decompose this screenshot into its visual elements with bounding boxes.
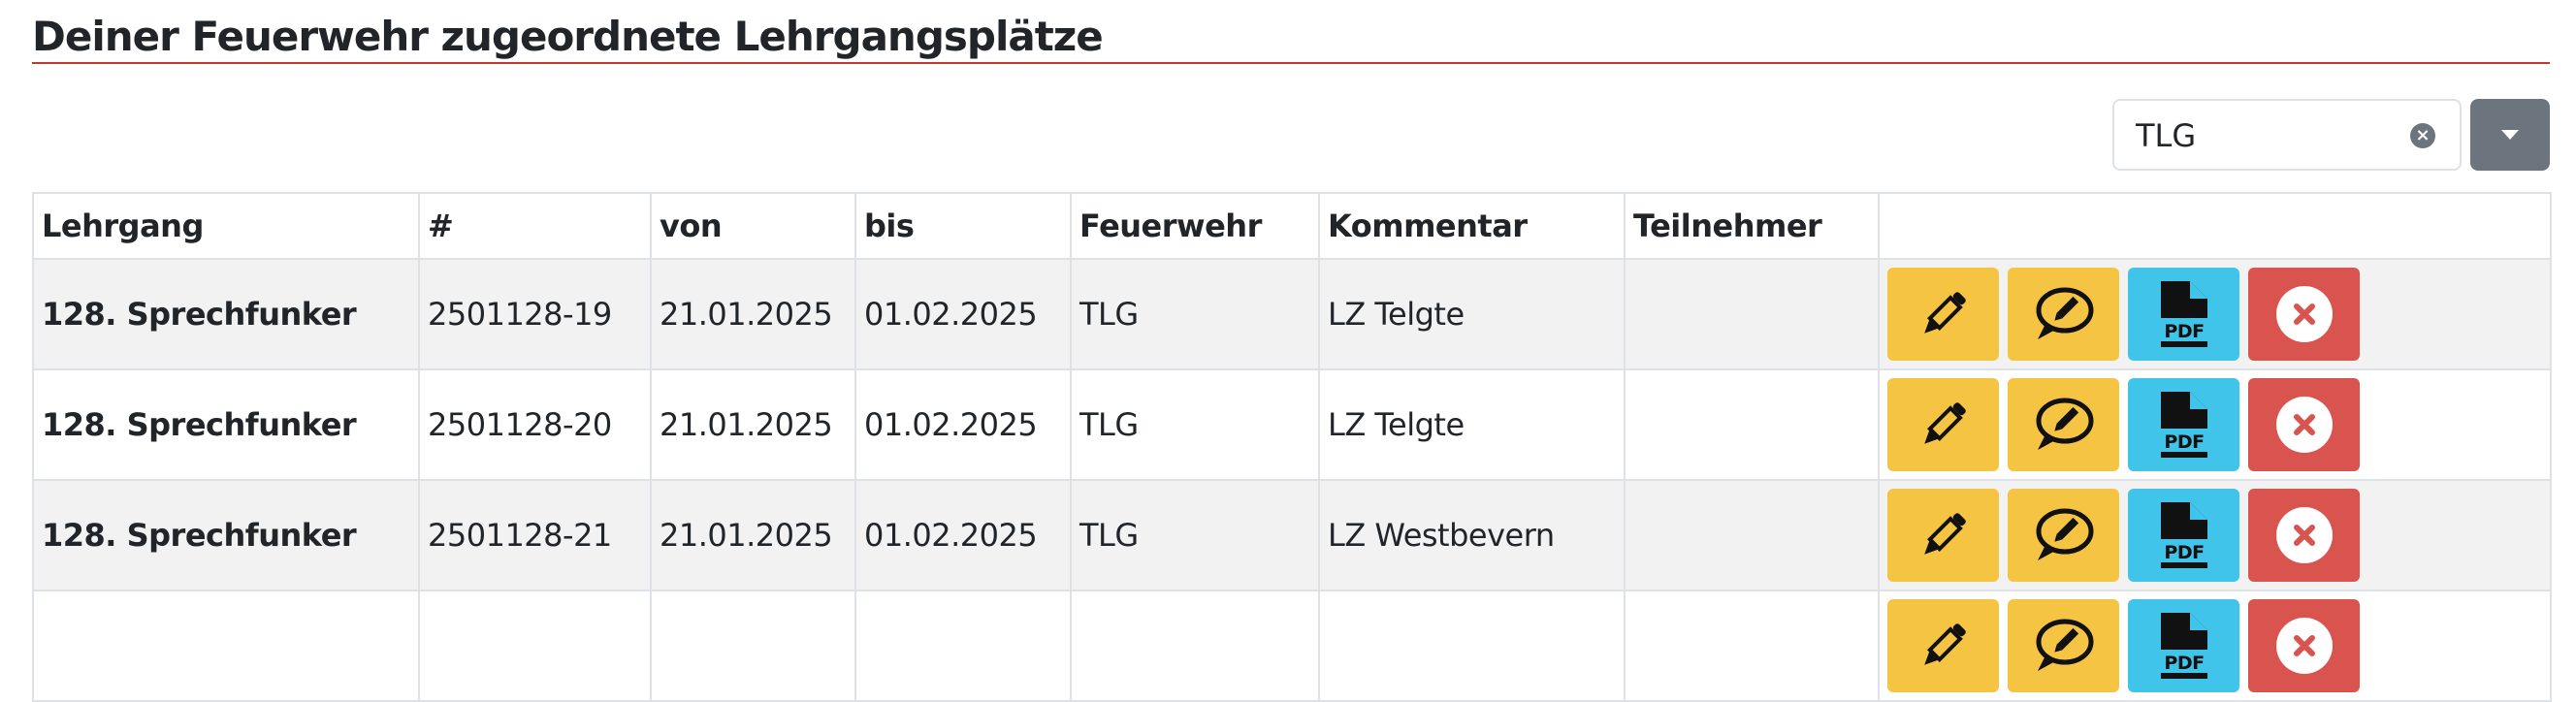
cell-teilnehmer [1624, 590, 1880, 702]
delete-button[interactable] [2248, 268, 2360, 361]
comment-button[interactable] [2008, 599, 2119, 692]
table-row[interactable]: 128. Sprechfunker 2501128-21 21.01.2025 01.… [32, 479, 2552, 591]
svg-text:PDF: PDF [2164, 431, 2204, 453]
cell-feuerwehr: TLG [1070, 479, 1320, 591]
cell-actions: PDF [1878, 479, 2552, 591]
column-header-bis[interactable]: bis [854, 192, 1072, 260]
cell-number: 2501128-19 [418, 258, 652, 370]
pdf-button[interactable]: PDF [2128, 599, 2239, 692]
delete-button[interactable] [2248, 489, 2360, 582]
filter-input[interactable] [2134, 101, 2390, 171]
column-header-lehrgang[interactable]: Lehrgang [32, 192, 420, 260]
cell-actions: PDF [1878, 258, 2552, 370]
page-title: Deiner Feuerwehr zugeordnete Lehrgangspl… [32, 12, 2550, 64]
cell-von: 21.01.2025 [650, 368, 856, 481]
table-row[interactable]: 128. Sprechfunker 2501128-20 21.01.2025 01.… [32, 368, 2552, 481]
cell-number: 2501128-21 [418, 479, 652, 591]
column-header-kommentar[interactable]: Kommentar [1318, 192, 1626, 260]
filter-dropdown-button[interactable] [2470, 99, 2550, 171]
cell-lehrgang [32, 590, 420, 702]
cell-teilnehmer [1624, 368, 1880, 481]
svg-text:PDF: PDF [2164, 542, 2204, 563]
cell-von: 21.01.2025 [650, 479, 856, 591]
cell-lehrgang: 128. Sprechfunker [32, 479, 420, 591]
cell-feuerwehr: TLG [1070, 368, 1320, 481]
cell-von [650, 590, 856, 702]
caret-down-icon [2501, 130, 2519, 140]
edit-button[interactable] [1887, 489, 1999, 582]
column-header-von[interactable]: von [650, 192, 856, 260]
cell-bis: 01.02.2025 [854, 258, 1072, 370]
cell-von: 21.01.2025 [650, 258, 856, 370]
cell-actions: PDF [1878, 590, 2552, 702]
cell-number [418, 590, 652, 702]
table-row[interactable]: 128. Sprechfunker 2501128-19 21.01.2025 01.… [32, 258, 2552, 370]
column-header-feuerwehr[interactable]: Feuerwehr [1070, 192, 1320, 260]
cell-kommentar: LZ Telgte [1318, 258, 1626, 370]
table-header-row: Lehrgang # von bis Feuerwehr Kommentar T… [32, 192, 2552, 260]
edit-button[interactable] [1887, 378, 1999, 471]
column-header-teilnehmer[interactable]: Teilnehmer [1624, 192, 1880, 260]
cell-feuerwehr [1070, 590, 1320, 702]
edit-button[interactable] [1887, 599, 1999, 692]
pdf-button[interactable]: PDF [2128, 378, 2239, 471]
page: Deiner Feuerwehr zugeordnete Lehrgangspl… [32, 0, 2552, 702]
cell-lehrgang: 128. Sprechfunker [32, 368, 420, 481]
cell-lehrgang: 128. Sprechfunker [32, 258, 420, 370]
cell-bis [854, 590, 1072, 702]
delete-button[interactable] [2248, 599, 2360, 692]
cell-feuerwehr: TLG [1070, 258, 1320, 370]
edit-button[interactable] [1887, 268, 1999, 361]
pdf-button[interactable]: PDF [2128, 489, 2239, 582]
comment-button[interactable] [2008, 489, 2119, 582]
svg-text:PDF: PDF [2164, 321, 2204, 342]
cell-kommentar [1318, 590, 1626, 702]
course-table: Lehrgang # von bis Feuerwehr Kommentar T… [32, 192, 2552, 702]
pdf-button[interactable]: PDF [2128, 268, 2239, 361]
comment-button[interactable] [2008, 378, 2119, 471]
comment-button[interactable] [2008, 268, 2119, 361]
table-row[interactable]: PDF [32, 590, 2552, 702]
cell-kommentar: LZ Westbevern [1318, 479, 1626, 591]
cell-kommentar: LZ Telgte [1318, 368, 1626, 481]
cell-number: 2501128-20 [418, 368, 652, 481]
column-header-number[interactable]: # [418, 192, 652, 260]
cell-bis: 01.02.2025 [854, 368, 1072, 481]
clear-icon[interactable]: × [2410, 123, 2435, 148]
cell-actions: PDF [1878, 368, 2552, 481]
svg-text:PDF: PDF [2164, 653, 2204, 674]
cell-bis: 01.02.2025 [854, 479, 1072, 591]
filter-field[interactable]: × [2112, 99, 2462, 171]
column-header-actions [1878, 192, 2552, 260]
cell-teilnehmer [1624, 479, 1880, 591]
cell-teilnehmer [1624, 258, 1880, 370]
delete-button[interactable] [2248, 378, 2360, 471]
